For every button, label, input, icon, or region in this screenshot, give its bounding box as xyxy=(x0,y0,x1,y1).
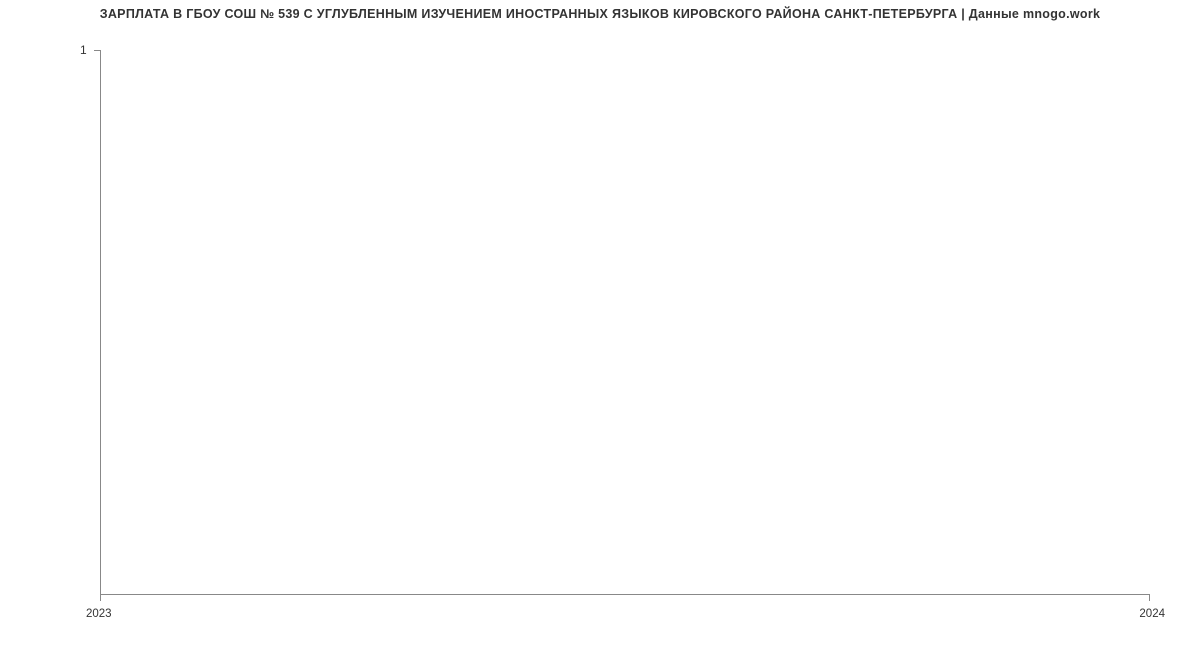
x-tick-mark-right xyxy=(1149,595,1150,601)
x-tick-mark-left xyxy=(100,595,101,601)
x-axis-label-left: 2023 xyxy=(86,608,112,620)
plot-area xyxy=(100,50,1150,595)
x-axis-label-right: 2024 xyxy=(1139,608,1165,620)
chart-title: ЗАРПЛАТА В ГБОУ СОШ № 539 С УГЛУБЛЕННЫМ … xyxy=(0,7,1200,21)
y-tick-1: 1 xyxy=(80,43,87,57)
chart-container: ЗАРПЛАТА В ГБОУ СОШ № 539 С УГЛУБЛЕННЫМ … xyxy=(0,0,1200,650)
